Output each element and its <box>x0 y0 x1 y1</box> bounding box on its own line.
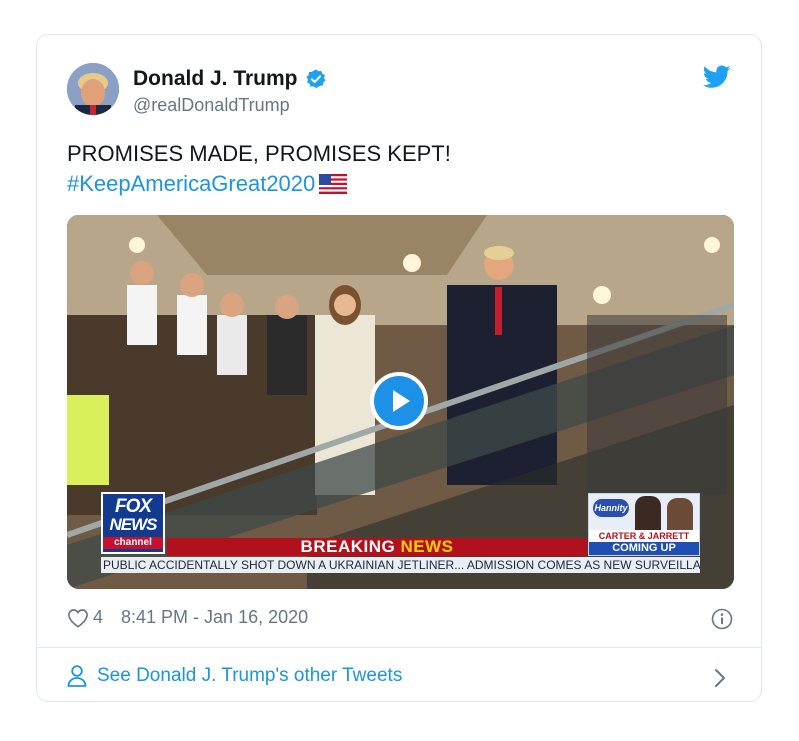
hashtag-link[interactable]: #KeepAmericaGreat2020 <box>67 169 315 199</box>
divider <box>37 647 761 648</box>
coming-up-promo: Hannity CARTER & JARRETT COMING UP <box>588 493 700 556</box>
tweet-footer: 4 8:41 PM - Jan 16, 2020 <box>67 607 308 628</box>
twitter-bird-icon[interactable] <box>703 65 731 89</box>
news-label: NEWS <box>400 537 454 556</box>
play-button[interactable] <box>370 372 428 430</box>
play-button-circle <box>374 376 424 426</box>
author-row: Donald J. Trump <box>133 67 327 91</box>
fox-logo-line3: channel <box>103 537 163 549</box>
see-other-tweets-link[interactable]: See Donald J. Trump's other Tweets <box>67 665 402 687</box>
fox-logo-line1: FOX <box>114 496 152 517</box>
chevron-right-icon[interactable] <box>713 668 727 688</box>
breaking-news-banner: BREAKING NEWS <box>167 538 587 556</box>
see-other-tweets-label: See Donald J. Trump's other Tweets <box>97 665 403 686</box>
fox-logo-line2: NEWS <box>109 515 158 534</box>
video-player[interactable]: FOX NEWS channel BREAKING NEWS Hannity C… <box>67 215 734 589</box>
fox-news-logo: FOX NEWS channel <box>101 492 165 554</box>
like-count: 4 <box>93 607 104 627</box>
avatar[interactable] <box>67 63 119 115</box>
breaking-label: BREAKING <box>300 537 401 556</box>
author-handle[interactable]: @realDonaldTrump <box>133 95 290 116</box>
tweet-timestamp[interactable]: 8:41 PM - Jan 16, 2020 <box>121 607 308 628</box>
tweet-text: PROMISES MADE, PROMISES KEPT! <box>67 141 451 166</box>
play-icon <box>393 390 410 412</box>
us-flag-icon <box>319 174 348 194</box>
person-icon <box>67 665 87 687</box>
promo-coming-up: COMING UP <box>589 542 699 555</box>
verified-badge-icon <box>305 69 326 89</box>
promo-guest-names: CARTER & JARRETT <box>589 530 699 542</box>
hashtag-line: #KeepAmericaGreat2020 <box>67 169 348 199</box>
news-ticker: PUBLIC ACCIDENTALLY SHOT DOWN A UKRAINIA… <box>101 557 700 573</box>
promo-guest-photo <box>667 498 693 530</box>
promo-show-logo: Hannity <box>593 499 629 517</box>
author-name[interactable]: Donald J. Trump <box>133 67 298 91</box>
heart-icon[interactable] <box>67 608 89 628</box>
tweet-card: Donald J. Trump @realDonaldTrump PROMISE… <box>36 34 762 702</box>
promo-guest-photo <box>635 496 661 530</box>
info-icon[interactable] <box>711 608 733 630</box>
